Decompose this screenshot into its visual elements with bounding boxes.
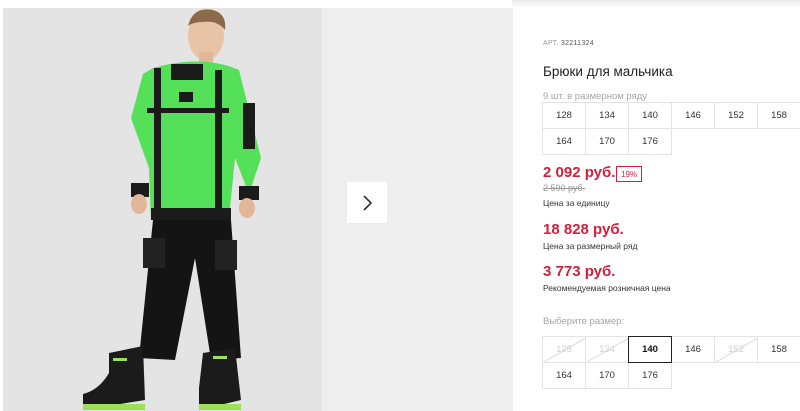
size-selector-grid: 128 134 140 146 152 158 164 170 176	[542, 336, 800, 389]
product-gallery	[0, 0, 512, 411]
pack-size-cell: 152	[714, 102, 758, 129]
product-photo[interactable]	[3, 8, 322, 411]
size-option-170[interactable]: 170	[585, 362, 629, 389]
pack-size-cell: 134	[585, 102, 629, 129]
size-option-152: 152	[714, 336, 758, 363]
article-code: АРТ. 32211324	[543, 40, 594, 47]
size-select-label: Выберите размер:	[543, 316, 625, 327]
article-number: 32211324	[560, 40, 594, 47]
size-option-128: 128	[542, 336, 586, 363]
size-option-140[interactable]: 140	[628, 336, 672, 363]
rrp-price: 3 773 руб.	[543, 263, 616, 280]
product-info-panel: АРТ. 32211324 Брюки для мальчика 9 шт. в…	[512, 0, 800, 411]
size-option-176[interactable]: 176	[628, 362, 672, 389]
old-price: 2 590 руб.	[543, 183, 586, 193]
boy-in-green-sweatshirt-image	[3, 8, 322, 411]
product-title: Брюки для мальчика	[543, 64, 673, 79]
pack-size-cell: 128	[542, 102, 586, 129]
pack-size-cell: 164	[542, 128, 586, 155]
pack-count-note: 9 шт. в размерном ряду	[543, 91, 648, 102]
discount-badge: 19%	[616, 166, 643, 182]
pack-size-cell: 170	[585, 128, 629, 155]
gallery-next-button[interactable]	[347, 182, 387, 223]
size-option-146[interactable]: 146	[671, 336, 715, 363]
panel-top-shadow	[512, 0, 800, 8]
size-option-134: 134	[585, 336, 629, 363]
pack-size-cell: 176	[628, 128, 672, 155]
size-option-158[interactable]: 158	[757, 336, 800, 363]
pack-size-cell: 158	[757, 102, 800, 129]
unit-price: 2 092 руб.	[543, 164, 616, 181]
pack-size-cell: 146	[671, 102, 715, 129]
size-option-164[interactable]: 164	[542, 362, 586, 389]
pack-size-cell: 140	[628, 102, 672, 129]
pack-price: 18 828 руб.	[543, 221, 624, 238]
rrp-price-label: Рекомендуемая розничная цена	[543, 283, 671, 293]
chevron-right-icon	[363, 194, 373, 211]
unit-price-label: Цена за единицу	[543, 198, 610, 208]
article-label: АРТ.	[543, 40, 559, 47]
pack-size-grid: 128 134 140 146 152 158 164 170 176	[542, 102, 800, 155]
pack-price-label: Цена за размерный ряд	[543, 241, 638, 251]
